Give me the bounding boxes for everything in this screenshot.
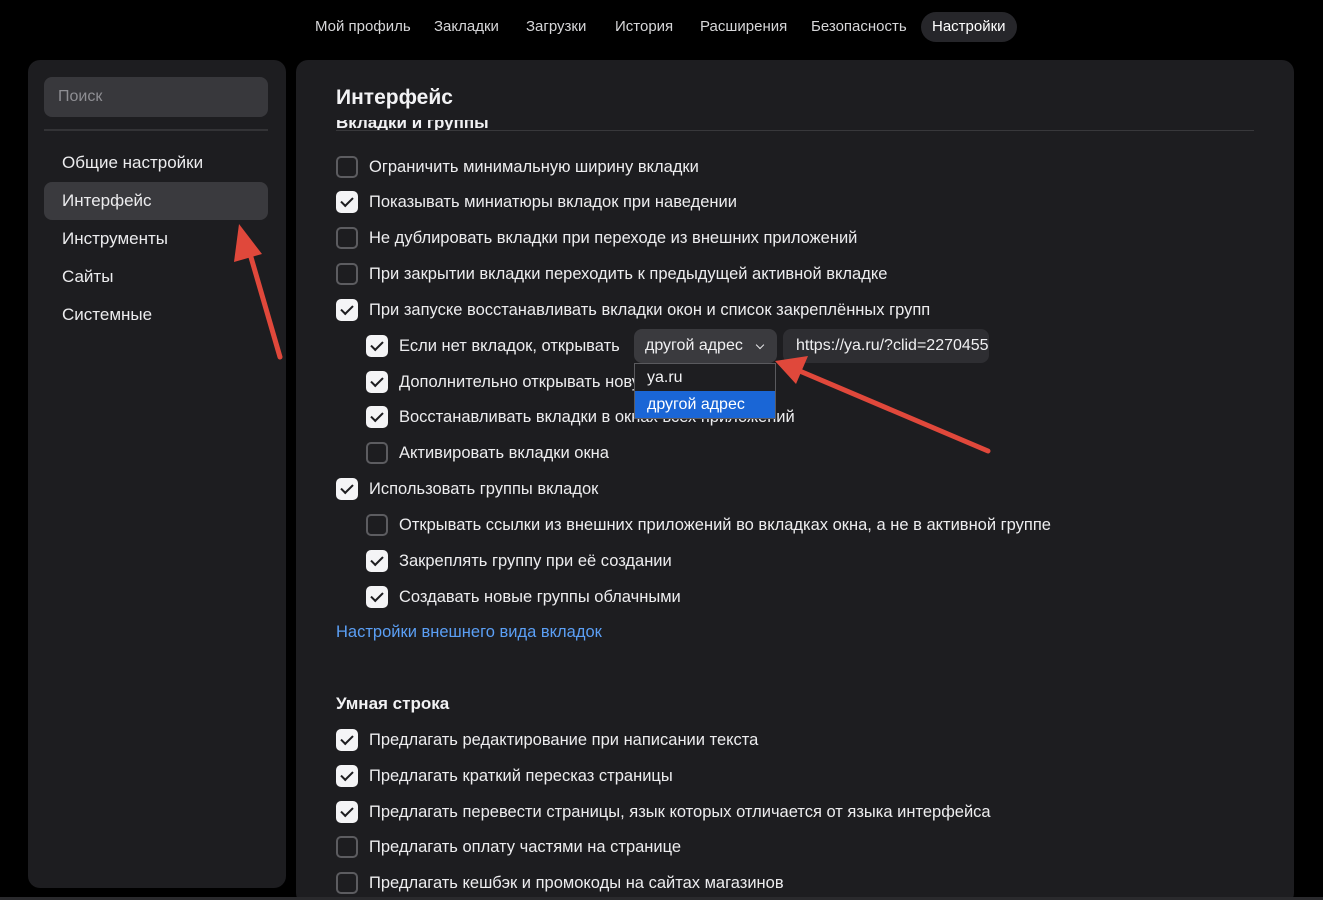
option-tab-groups[interactable]: Использовать группы вкладок [336,477,598,501]
option-label: Использовать группы вкладок [369,479,599,498]
option-label: Создавать новые группы облачными [399,587,681,606]
option-label: Показывать миниатюры вкладок при наведен… [369,192,737,211]
sidebar-item-interface[interactable]: Интерфейс [44,182,268,220]
sidebar-item-general[interactable]: Общие настройки [44,144,268,182]
option-if-no-tabs-open[interactable]: Если нет вкладок, открывать [366,334,620,358]
checkbox[interactable] [336,872,358,894]
option-pin-group-on-create[interactable]: Закреплять группу при её создании [366,549,672,573]
option-label: Если нет вкладок, открывать [399,336,620,355]
checkbox[interactable] [336,156,358,178]
option-limit-tab-width[interactable]: Ограничить минимальную ширину вкладки [336,155,699,179]
option-suggest-cashback[interactable]: Предлагать кешбэк и промокоды на сайтах … [336,871,784,895]
tab-appearance-settings-link[interactable]: Настройки внешнего вида вкладок [336,623,602,642]
checkbox[interactable] [366,335,388,357]
nav-tab-downloads[interactable]: Загрузки [515,12,597,42]
option-suggest-editing[interactable]: Предлагать редактирование при написании … [336,728,758,752]
sidebar-item-sites[interactable]: Сайты [44,258,268,296]
option-tab-thumbnails[interactable]: Показывать миниатюры вкладок при наведен… [336,190,737,214]
option-label: При запуске восстанавливать вкладки окон… [369,300,931,319]
checkbox[interactable] [336,299,358,321]
nav-tab-security[interactable]: Безопасность [800,12,918,42]
checkbox[interactable] [336,478,358,500]
nav-tab-profile[interactable]: Мой профиль [304,12,422,42]
option-restore-tabs[interactable]: При запуске восстанавливать вкладки окон… [336,298,930,322]
nav-tab-history[interactable]: История [604,12,684,42]
option-suggest-installments[interactable]: Предлагать оплату частями на странице [336,835,681,859]
checkbox[interactable] [336,191,358,213]
option-label: Предлагать редактирование при написании … [369,730,759,749]
checkbox[interactable] [366,514,388,536]
checkbox[interactable] [336,765,358,787]
checkbox[interactable] [366,371,388,393]
option-label: Закреплять группу при её создании [399,551,672,570]
dropdown-options-list: ya.ru другой адрес [634,363,776,419]
section-heading-tabs-clipped-wrap: Вкладки и группы [336,120,1256,130]
sidebar-divider [44,129,268,131]
settings-sidebar: Общие настройки Интерфейс Инструменты Са… [28,60,286,888]
checkbox[interactable] [366,586,388,608]
option-no-duplicate-tabs[interactable]: Не дублировать вкладки при переходе из в… [336,226,857,250]
top-navigation: Мой профиль Закладки Загрузки История Ра… [0,12,1323,42]
option-label: Не дублировать вкладки при переходе из в… [369,228,858,247]
settings-search-input[interactable] [44,77,268,117]
option-label: При закрытии вкладки переходить к предыд… [369,264,888,283]
nav-tab-bookmarks[interactable]: Закладки [423,12,510,42]
option-previous-active-tab[interactable]: При закрытии вкладки переходить к предыд… [336,262,887,286]
chevron-down-icon [755,340,765,350]
option-suggest-summary[interactable]: Предлагать краткий пересказ страницы [336,764,673,788]
checkbox[interactable] [336,836,358,858]
option-label: Ограничить минимальную ширину вкладки [369,157,699,176]
option-activate-window-tabs[interactable]: Активировать вкладки окна [366,441,609,465]
section-heading-smartbar: Умная строка [336,694,450,713]
checkbox[interactable] [336,729,358,751]
option-label: Предлагать перевести страницы, язык кото… [369,802,991,821]
checkbox[interactable] [366,406,388,428]
nav-tab-settings[interactable]: Настройки [921,12,1017,42]
dropdown-option-other-address[interactable]: другой адрес [635,391,775,418]
sidebar-item-system[interactable]: Системные [44,296,268,334]
nav-tab-extensions[interactable]: Расширения [689,12,798,42]
start-url-input[interactable] [783,329,989,363]
page-title: Интерфейс [336,86,453,109]
dropdown-option-ya-ru[interactable]: ya.ru [635,364,775,391]
start-page-dropdown[interactable]: другой адрес [634,329,777,363]
title-divider [336,130,1254,131]
option-external-links-window[interactable]: Открывать ссылки из внешних приложений в… [366,513,1051,537]
checkbox[interactable] [336,263,358,285]
option-suggest-translate[interactable]: Предлагать перевести страницы, язык кото… [336,800,991,824]
dropdown-value: другой адрес [645,337,743,354]
option-label: Активировать вкладки окна [399,443,609,462]
section-heading-tabs: Вкладки и группы [336,120,489,130]
sidebar-item-tools[interactable]: Инструменты [44,220,268,258]
checkbox[interactable] [366,550,388,572]
option-label: Предлагать оплату частями на странице [369,837,682,856]
settings-main-panel: Интерфейс Вкладки и группы Ограничить ми… [296,60,1294,900]
checkbox[interactable] [336,227,358,249]
option-label: Открывать ссылки из внешних приложений в… [399,515,1051,534]
option-label: Предлагать краткий пересказ страницы [369,766,673,785]
checkbox[interactable] [366,442,388,464]
checkbox[interactable] [336,801,358,823]
option-cloud-groups[interactable]: Создавать новые группы облачными [366,585,681,609]
option-label: Предлагать кешбэк и промокоды на сайтах … [369,873,784,892]
